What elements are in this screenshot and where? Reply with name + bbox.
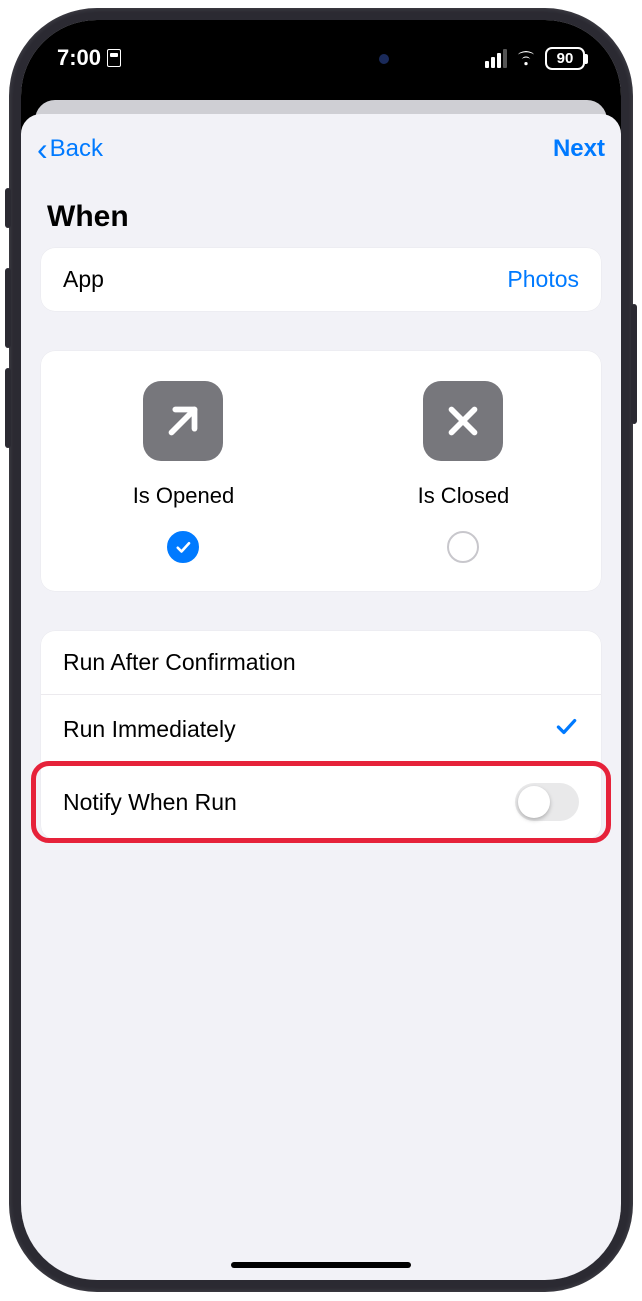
notify-label: Notify When Run	[63, 789, 237, 816]
trigger-is-closed[interactable]: Is Closed	[418, 381, 510, 563]
dynamic-island	[235, 38, 407, 80]
wifi-icon	[515, 45, 537, 71]
page-title: When	[41, 184, 601, 248]
modal-stack: ‹ Back Next When App Photos	[21, 90, 621, 1280]
app-selector-label: App	[63, 266, 104, 293]
toggle-knob	[518, 786, 550, 818]
app-selector-row[interactable]: App Photos	[41, 248, 601, 311]
trigger-card: Is Opened Is Closed	[41, 351, 601, 591]
app-selector-value: Photos	[507, 266, 579, 293]
status-right: 90	[485, 45, 585, 71]
nav-bar: ‹ Back Next	[21, 114, 621, 184]
trigger-is-opened[interactable]: Is Opened	[133, 381, 235, 563]
chevron-left-icon: ‹	[37, 133, 48, 165]
notify-when-run-row[interactable]: Notify When Run	[41, 764, 601, 839]
run-immediately-row[interactable]: Run Immediately	[41, 694, 601, 764]
status-time: 7:00	[57, 45, 101, 71]
phone-screen: 7:00 90 ‹ Back	[21, 20, 621, 1280]
volume-up-button	[5, 268, 11, 348]
sheet-content: When App Photos	[21, 184, 621, 839]
trigger-opened-radio[interactable]	[167, 531, 199, 563]
id-card-icon	[107, 49, 121, 67]
volume-down-button	[5, 368, 11, 448]
trigger-closed-label: Is Closed	[418, 483, 510, 509]
app-selector-card: App Photos	[41, 248, 601, 311]
check-icon	[553, 713, 579, 746]
side-button	[5, 188, 11, 228]
home-indicator[interactable]	[231, 1262, 411, 1268]
back-button[interactable]: ‹ Back	[37, 133, 103, 165]
run-confirm-label: Run After Confirmation	[63, 649, 296, 676]
close-app-icon	[423, 381, 503, 461]
battery-indicator: 90	[545, 47, 585, 70]
power-button	[631, 304, 637, 424]
trigger-closed-radio[interactable]	[447, 531, 479, 563]
cellular-icon	[485, 49, 507, 68]
phone-frame: 7:00 90 ‹ Back	[9, 8, 633, 1292]
status-left: 7:00	[57, 45, 121, 71]
camera-dot-icon	[379, 54, 389, 64]
run-options-card: Run After Confirmation Run Immediately N…	[41, 631, 601, 839]
check-icon	[174, 538, 192, 556]
run-immediate-label: Run Immediately	[63, 716, 236, 743]
automation-sheet: ‹ Back Next When App Photos	[21, 114, 621, 1280]
next-button[interactable]: Next	[553, 135, 605, 163]
notify-toggle[interactable]	[515, 783, 579, 821]
trigger-opened-label: Is Opened	[133, 483, 235, 509]
run-after-confirmation-row[interactable]: Run After Confirmation	[41, 631, 601, 694]
back-label: Back	[50, 135, 103, 163]
open-app-icon	[143, 381, 223, 461]
